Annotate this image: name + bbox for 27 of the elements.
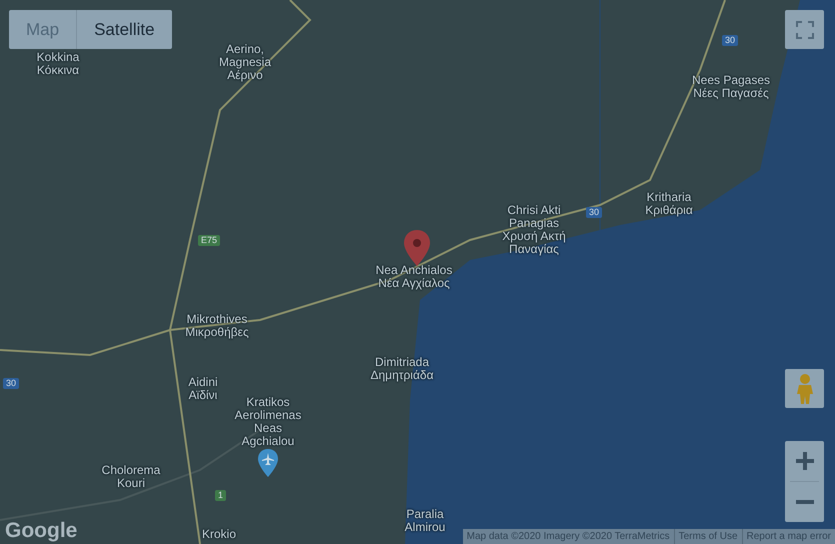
road-shield: E75	[198, 235, 220, 246]
place-label: Dimitriada Δημητριάδα	[370, 356, 434, 382]
place-label: Cholorema Kouri	[102, 464, 160, 490]
map-type-tab[interactable]: Satellite	[76, 10, 172, 49]
place-label: Kokkina Κόκκινα	[36, 51, 80, 77]
attribution-link[interactable]: Terms of Use	[674, 529, 742, 544]
plus-icon	[796, 452, 814, 470]
place-label: Mikrothives Μικροθήβες	[185, 313, 249, 339]
airport-pin-icon	[258, 449, 278, 477]
place-label: Paralia Almirou	[404, 508, 446, 534]
map-data-text: Map data ©2020 Imagery ©2020 TerraMetrics	[466, 530, 671, 544]
minus-icon	[796, 500, 814, 504]
fullscreen-button[interactable]	[785, 10, 824, 49]
road-shield: 1	[215, 490, 226, 501]
map-type-tab[interactable]: Map	[9, 10, 76, 49]
place-label: Krokio	[202, 528, 236, 541]
place-label: Kritharia Κριθάρια	[645, 191, 693, 217]
fullscreen-icon	[796, 20, 814, 38]
place-label: Aidini Αϊδίνι	[188, 376, 218, 402]
road-shield: 30	[586, 207, 602, 218]
road-shield: 30	[722, 35, 738, 46]
person-icon	[796, 374, 814, 404]
google-logo: Google	[5, 519, 78, 543]
location-pin-icon	[404, 230, 430, 266]
attribution-link[interactable]: Report a map error	[742, 529, 835, 544]
place-label: Kratikos Aerolimenas Neas Agchialou	[234, 396, 302, 448]
road-shield: 30	[3, 378, 20, 389]
